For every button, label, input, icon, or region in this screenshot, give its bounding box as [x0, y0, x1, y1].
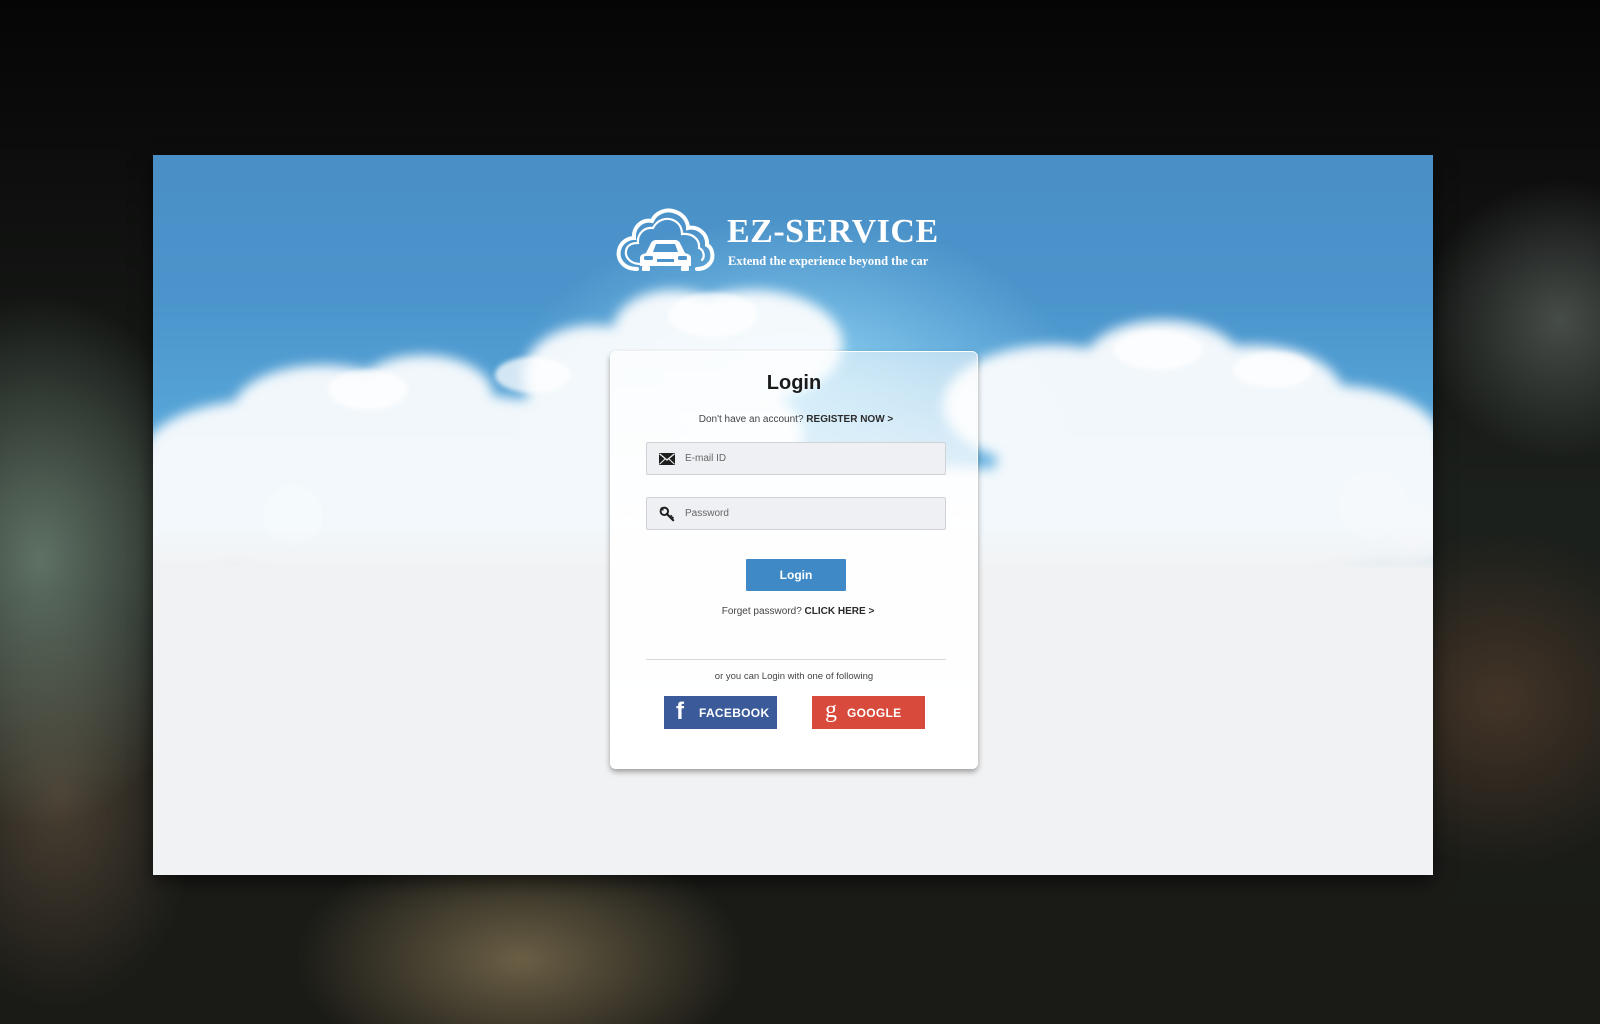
social-login-prompt: or you can Login with one of following — [714, 671, 874, 682]
register-now-link[interactable]: REGISTER NOW > — [806, 414, 893, 425]
facebook-login-button[interactable]: f FACEBOOK — [664, 696, 777, 729]
brand-tagline: Extend the experience beyond the car — [728, 254, 929, 268]
email-input[interactable] — [685, 443, 935, 474]
google-icon: g — [825, 697, 837, 723]
key-icon — [659, 506, 675, 522]
google-label: GOOGLE — [847, 706, 902, 720]
login-card: Login Don't have an account? REGISTER NO… — [610, 351, 978, 769]
register-prompt-text: Don't have an account? — [698, 414, 804, 425]
login-button[interactable]: Login — [746, 559, 846, 591]
facebook-label: FACEBOOK — [699, 706, 770, 720]
brand-header: EZ-SERVICE Extend the experience beyond … — [615, 207, 955, 277]
brand-name: EZ-SERVICE — [727, 213, 939, 250]
facebook-icon: f — [676, 698, 684, 725]
login-title: Login — [766, 372, 822, 394]
forgot-password-text: Forget password? — [721, 606, 802, 617]
divider — [646, 659, 946, 660]
register-prompt: Don't have an account? REGISTER NOW > — [611, 414, 981, 425]
password-input[interactable] — [685, 498, 935, 529]
envelope-icon — [659, 453, 675, 465]
cloud-car-icon — [616, 208, 715, 271]
google-login-button[interactable]: g GOOGLE — [812, 696, 925, 729]
forgot-password-prompt: Forget password? CLICK HERE > — [611, 606, 985, 617]
password-field[interactable] — [646, 497, 946, 530]
app-window: EZ-SERVICE Extend the experience beyond … — [153, 155, 1433, 875]
forgot-password-link[interactable]: CLICK HERE > — [805, 606, 875, 617]
email-field[interactable] — [646, 442, 946, 475]
